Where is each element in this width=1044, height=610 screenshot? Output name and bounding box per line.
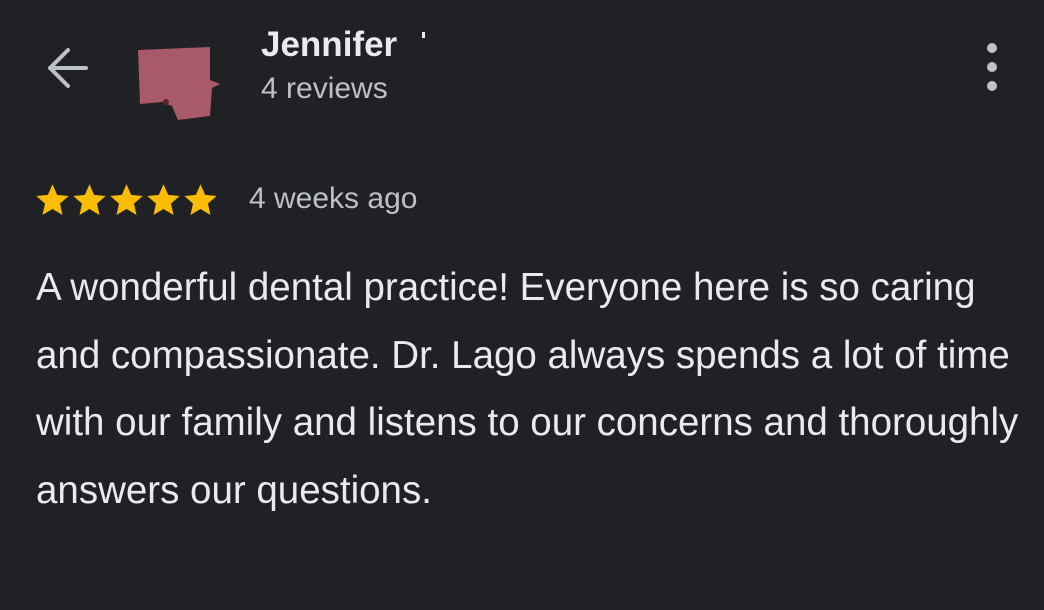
reviewer-name[interactable]: Jennifer xyxy=(261,24,397,66)
review-date: 4 weeks ago xyxy=(249,182,418,215)
star-rating xyxy=(34,180,219,220)
star-icon xyxy=(36,184,69,215)
more-options-button[interactable] xyxy=(972,40,1012,96)
arrow-left-icon xyxy=(48,48,88,88)
name-truncation-mark xyxy=(422,32,425,38)
star-icon xyxy=(184,184,217,215)
review-count[interactable]: 4 reviews xyxy=(261,70,388,108)
star-icon xyxy=(73,184,106,215)
avatar[interactable] xyxy=(136,44,228,124)
review-text: A wonderful dental practice! Everyone he… xyxy=(36,266,1019,512)
star-icon xyxy=(147,184,180,215)
more-vertical-icon xyxy=(987,43,997,91)
star-icon xyxy=(110,184,143,215)
back-button[interactable] xyxy=(40,40,96,96)
